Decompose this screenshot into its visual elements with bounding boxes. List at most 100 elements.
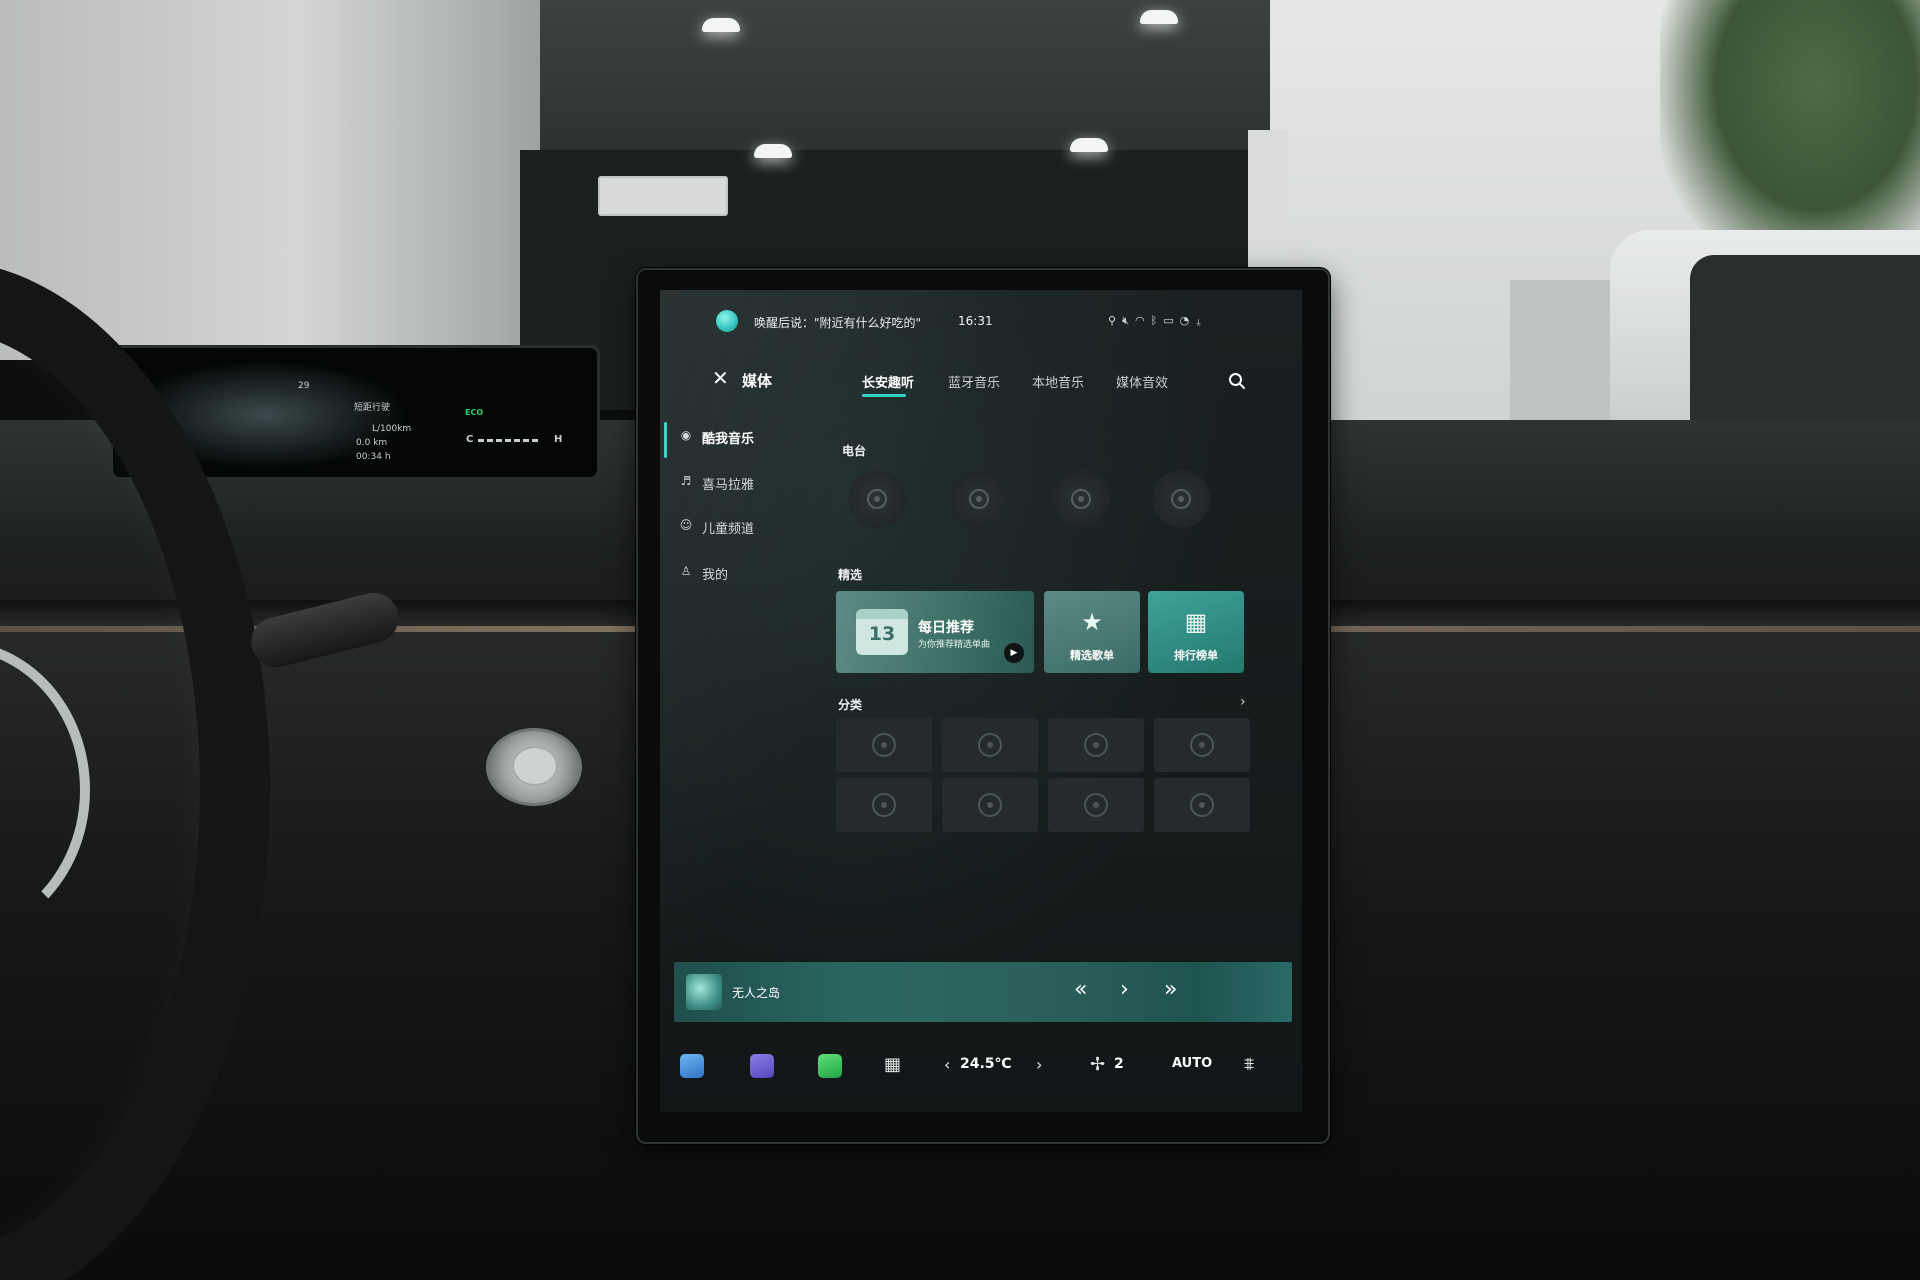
section-title-radio: 电台: [842, 444, 867, 458]
cluster-distance: 0.0 km: [356, 438, 388, 448]
next-icon[interactable]: »: [1164, 976, 1177, 1004]
ceiling-lamp: [754, 144, 792, 158]
category-tile[interactable]: [1048, 778, 1144, 832]
close-icon[interactable]: ✕: [712, 368, 729, 388]
tab-media-sound[interactable]: 媒体音效: [1116, 372, 1168, 391]
category-tile[interactable]: [1154, 718, 1250, 772]
sidebar-item-mine[interactable]: ♙ 我的: [678, 556, 798, 590]
kuwo-icon: ◉: [680, 428, 692, 442]
calendar-icon: 13: [856, 609, 908, 655]
chevron-right-icon[interactable]: ›: [1240, 694, 1246, 710]
track-title: 无人之岛: [732, 986, 781, 1000]
page-title: 媒体: [742, 372, 773, 390]
garage-sign: [598, 176, 728, 216]
play-icon[interactable]: ›: [1120, 976, 1129, 1004]
parked-car-window: [1690, 255, 1920, 435]
status-clock: 16:31: [958, 314, 993, 328]
chart-icon: ▦: [1184, 608, 1208, 636]
volume-mute-icon: 🔇︎: [1122, 314, 1135, 327]
disc-icon: [1190, 733, 1214, 757]
disc-icon: [1171, 489, 1191, 509]
ximalaya-icon: ♬: [680, 474, 692, 488]
cluster-consumption-unit: L/100km: [372, 424, 412, 434]
album-art[interactable]: [686, 974, 722, 1010]
disc-icon: [872, 793, 896, 817]
app-grid-icon[interactable]: ▦: [884, 1054, 901, 1075]
tab-changan-listen[interactable]: 长安趣听: [862, 372, 914, 391]
previous-icon[interactable]: «: [1074, 976, 1087, 1004]
disc-icon: [1071, 489, 1091, 509]
gauge-hot-label: H: [554, 434, 563, 445]
gauge-cold-label: C: [466, 434, 474, 445]
temperature-gauge: [478, 439, 538, 442]
disc-icon: [867, 489, 887, 509]
charts-card[interactable]: ▦ 排行榜单: [1148, 591, 1244, 673]
curated-playlist-card[interactable]: ★ 精选歌单: [1044, 591, 1140, 673]
voice-hint-text: 唤醒后说："附近有什么好吃的": [754, 316, 922, 330]
category-tile[interactable]: [1048, 718, 1144, 772]
bottom-dock: ▦ ‹ 24.5℃ › ✢ 2 AUTO ⩨: [660, 1042, 1302, 1092]
eco-indicator: ECO: [465, 408, 484, 417]
charts-label: 排行榜单: [1174, 649, 1218, 662]
camera-360-icon[interactable]: [750, 1054, 774, 1078]
sidebar-item-label: 我的: [702, 568, 729, 583]
category-grid: [836, 718, 1250, 836]
fan-icon[interactable]: ✢: [1090, 1054, 1105, 1075]
tab-bluetooth-music[interactable]: 蓝牙音乐: [948, 372, 1000, 391]
category-tile[interactable]: [836, 718, 932, 772]
radio-station[interactable]: [1052, 470, 1110, 528]
voice-assistant-icon[interactable]: [716, 310, 738, 332]
head-unit-screen: 唤醒后说："附近有什么好吃的" 16:31 ⚲🔇︎◠ᛒ▭◔⍊ ✕ 媒体 长安趣听…: [660, 290, 1302, 1112]
radio-station[interactable]: [848, 470, 906, 528]
disc-icon: [969, 489, 989, 509]
ceiling-lamp: [702, 18, 740, 32]
media-top-bar: ✕ 媒体 长安趣听 蓝牙音乐 本地音乐 媒体音效: [660, 360, 1302, 404]
tab-local-music[interactable]: 本地音乐: [1032, 372, 1084, 391]
play-icon[interactable]: ▶: [1004, 643, 1024, 663]
disc-icon: [1084, 793, 1108, 817]
category-tile[interactable]: [836, 778, 932, 832]
kids-icon: ☺: [679, 518, 693, 532]
mini-player[interactable]: 无人之岛 « › »: [674, 962, 1292, 1022]
disc-icon: [1084, 733, 1108, 757]
category-tile[interactable]: [1154, 778, 1250, 832]
section-title-category: 分类: [838, 698, 863, 712]
tab-active-indicator: [862, 394, 906, 397]
temperature-value: 24.5℃: [960, 1056, 1012, 1072]
search-icon[interactable]: [1228, 372, 1246, 390]
phone-icon[interactable]: [818, 1054, 842, 1078]
star-icon: ★: [1081, 608, 1103, 636]
daily-recommend-card[interactable]: 13 每日推荐 为你推荐精选单曲 ▶: [836, 591, 1034, 673]
auto-climate-button[interactable]: AUTO: [1172, 1056, 1212, 1071]
daily-recommend-title: 每日推荐: [918, 620, 974, 636]
cluster-duration: 00:34 h: [356, 452, 391, 462]
cluster-outside-temp: 29: [298, 381, 310, 391]
disc-icon: [1190, 793, 1214, 817]
temperature-up-icon[interactable]: ›: [1036, 1055, 1042, 1074]
daily-recommend-subtitle: 为你推荐精选单曲: [918, 640, 991, 650]
sidebar-active-indicator: [664, 422, 667, 458]
defrost-icon[interactable]: ⩨: [1244, 1054, 1254, 1075]
garage-wall: [0, 0, 540, 360]
curated-playlist-label: 精选歌单: [1070, 649, 1114, 662]
sidebar-item-kuwo[interactable]: ◉ 酷我音乐: [678, 420, 798, 454]
disc-icon: [872, 733, 896, 757]
car-settings-icon[interactable]: [680, 1054, 704, 1078]
radio-station[interactable]: [1152, 470, 1210, 528]
wifi-icon: ◠: [1135, 314, 1151, 327]
category-tile[interactable]: [942, 718, 1038, 772]
temperature-down-icon[interactable]: ‹: [944, 1055, 950, 1074]
category-tile[interactable]: [942, 778, 1038, 832]
sidebar-item-label: 酷我音乐: [702, 432, 755, 447]
cellular-icon: ◔: [1179, 314, 1196, 327]
accessibility-icon: ⚲: [1108, 314, 1123, 327]
radio-station[interactable]: [950, 470, 1008, 528]
cluster-mode: 短距行驶: [354, 403, 391, 413]
engine-start-button-center: [512, 746, 558, 786]
radio-list: [696, 458, 1276, 538]
disc-icon: [978, 733, 1002, 757]
camera-icon: ▭: [1163, 314, 1180, 327]
status-icons: ⚲🔇︎◠ᛒ▭◔⍊: [1108, 314, 1208, 328]
disc-icon: [978, 793, 1002, 817]
ceiling-lamp: [1070, 138, 1108, 152]
